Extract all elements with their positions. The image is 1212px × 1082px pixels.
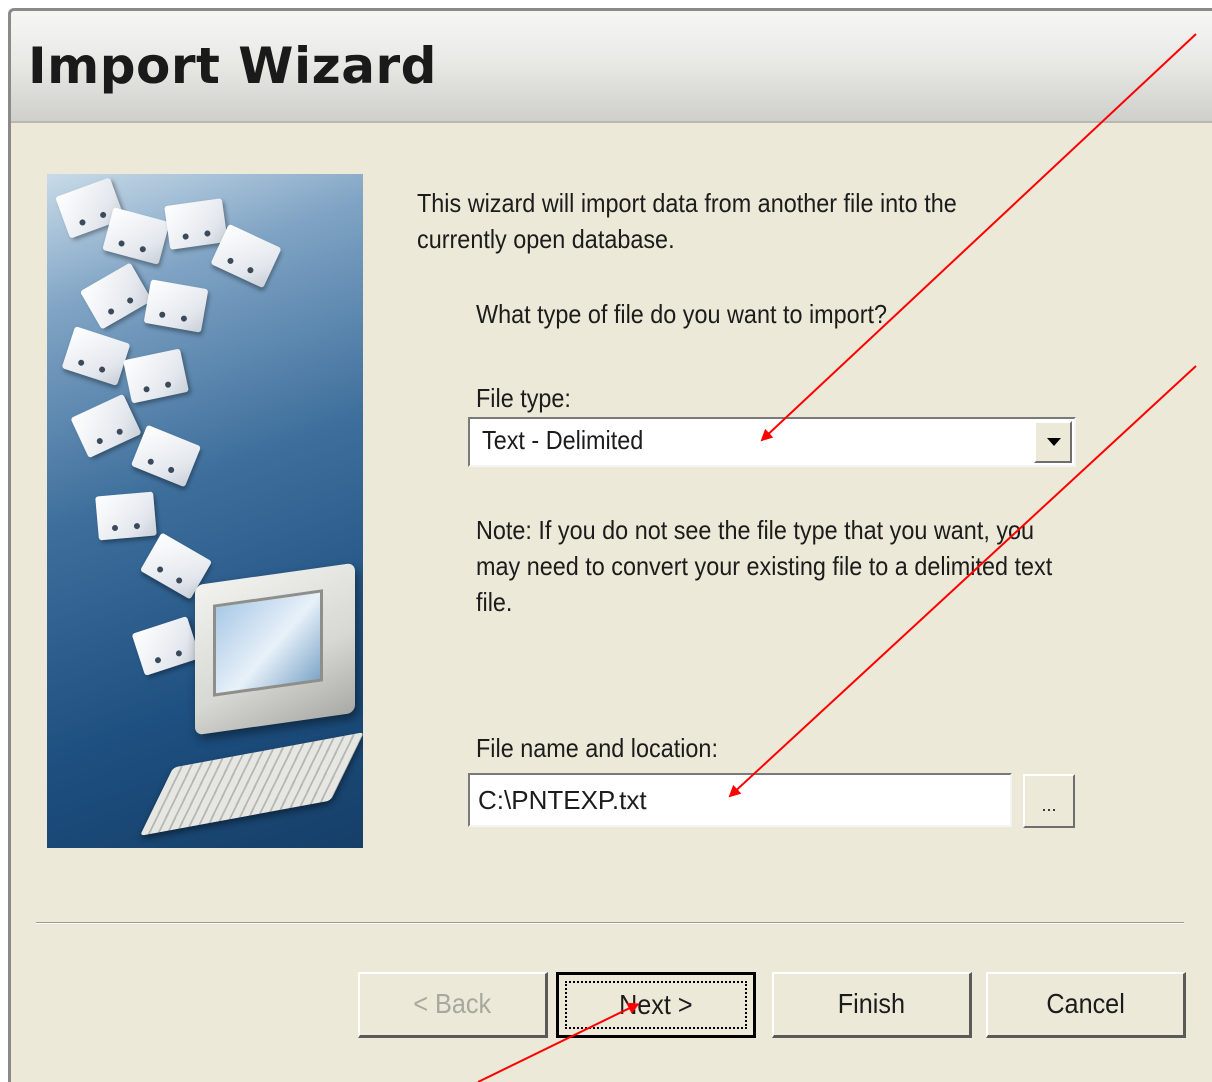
- paper-graphic: [130, 424, 202, 488]
- file-name-input[interactable]: [468, 773, 1012, 827]
- next-button[interactable]: Next >: [556, 972, 756, 1038]
- title-bar: Import Wizard: [11, 11, 1212, 123]
- paper-graphic: [70, 393, 142, 459]
- file-type-dropdown[interactable]: Text - Delimited: [468, 417, 1076, 467]
- next-button-label: Next >: [619, 989, 693, 1020]
- back-button-label: < Back: [413, 988, 492, 1019]
- file-type-question: What type of file do you want to import?: [476, 299, 888, 329]
- finish-button-label: Finish: [837, 988, 906, 1019]
- back-button[interactable]: < Back: [358, 972, 548, 1038]
- file-type-label: File type:: [476, 383, 571, 413]
- paper-graphic: [95, 491, 157, 541]
- browse-button[interactable]: ...: [1023, 774, 1075, 828]
- finish-button[interactable]: Finish: [772, 972, 972, 1038]
- computer-monitor-graphic: [195, 562, 355, 736]
- paper-graphic: [79, 262, 153, 330]
- paper-graphic: [131, 616, 201, 676]
- paper-graphic: [123, 348, 189, 404]
- paper-graphic: [102, 207, 170, 265]
- file-type-note: Note: If you do not see the file type th…: [476, 515, 1053, 617]
- paper-graphic: [61, 326, 131, 386]
- button-separator: [36, 922, 1184, 924]
- file-name-label: File name and location:: [476, 733, 718, 763]
- paper-graphic: [164, 198, 228, 250]
- monitor-screen-graphic: [213, 589, 323, 697]
- cancel-button[interactable]: Cancel: [986, 972, 1186, 1038]
- window-title: Import Wizard: [28, 37, 437, 95]
- wizard-illustration: [47, 174, 363, 848]
- paper-graphic: [143, 279, 209, 333]
- chevron-down-icon[interactable]: [1034, 421, 1072, 463]
- keyboard-graphic: [139, 732, 363, 836]
- cancel-button-label: Cancel: [1046, 988, 1125, 1019]
- intro-text: This wizard will import data from anothe…: [417, 188, 957, 254]
- file-type-selected-value: Text - Delimited: [482, 425, 644, 455]
